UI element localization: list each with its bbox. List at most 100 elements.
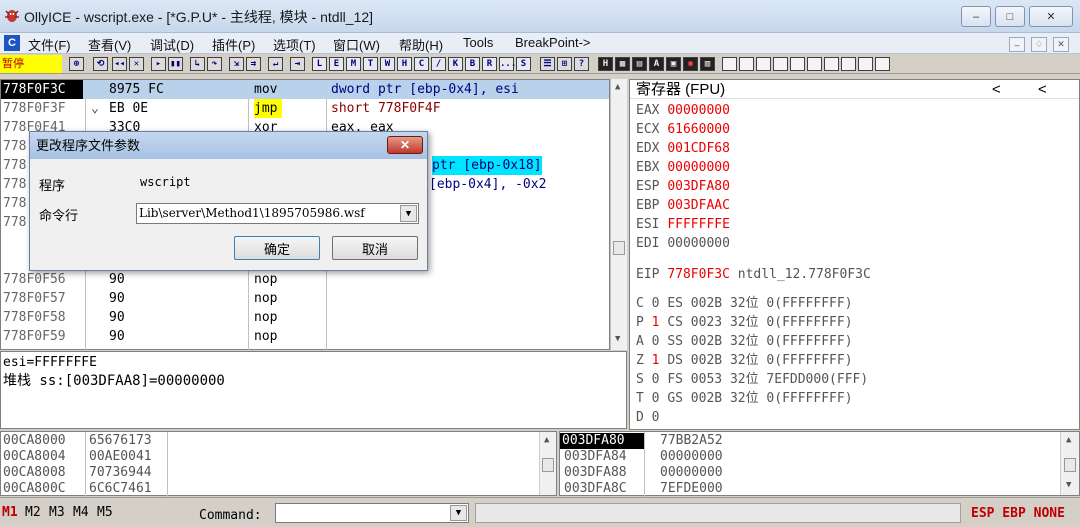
scroll-thumb[interactable]: [542, 458, 554, 472]
restart-icon[interactable]: ⟲: [93, 57, 108, 71]
toolbar-letter-b[interactable]: B: [465, 57, 480, 71]
menu-debug[interactable]: 调试(D): [150, 35, 194, 54]
close-button[interactable]: ✕: [1029, 6, 1073, 27]
register-esi[interactable]: ESI FFFFFFFE: [636, 215, 730, 234]
toolbar-letter-l[interactable]: L: [312, 57, 327, 71]
register-eip[interactable]: EIP 778F0F3C ntdll_12.778F0F3C: [636, 265, 871, 284]
flag-row-t[interactable]: T 0 GS 002B 32位 0(FFFFFFFF): [636, 389, 853, 408]
toolbar-empty-2[interactable]: [739, 57, 754, 71]
toolbar-letter-r[interactable]: R: [482, 57, 497, 71]
pause-icon[interactable]: ▮▮: [168, 57, 183, 71]
registers-prev-icon[interactable]: <: [992, 80, 1001, 99]
register-edi[interactable]: EDI 00000000: [636, 234, 730, 253]
menu-breakpoint[interactable]: BreakPoint->: [515, 35, 591, 50]
memory-bookmark-m5[interactable]: M5: [97, 505, 113, 520]
close-process-icon[interactable]: ✕: [129, 57, 144, 71]
dump-scrollbar[interactable]: ▲: [539, 432, 556, 495]
mdi-close-button[interactable]: ✕: [1053, 37, 1069, 52]
toolbar-letter-h[interactable]: H: [397, 57, 412, 71]
toolbar-empty-7[interactable]: [824, 57, 839, 71]
mdi-minimize-button[interactable]: –: [1009, 37, 1025, 52]
memory-bookmark-m2[interactable]: M2: [25, 505, 41, 520]
toolbar-empty-6[interactable]: [807, 57, 822, 71]
info-pane[interactable]: esi=FFFFFFFE 堆栈 ss:[003DFAA8]=00000000: [0, 351, 627, 429]
memory-bookmark-m1[interactable]: M1: [2, 505, 18, 520]
menu-plugins[interactable]: 插件(P): [212, 35, 255, 54]
options-icon[interactable]: ⊞: [557, 57, 572, 71]
disasm-row[interactable]: 778F0F59 90 nop: [1, 327, 609, 346]
edit-arguments-dialog[interactable]: 更改程序文件参数 ✕ 程序 wscript 命令行 Lib\server\Met…: [29, 131, 428, 271]
disasm-row-selected[interactable]: 778F0F3C 8975 FC mov dword ptr [ebp-0x4]…: [1, 80, 609, 99]
plugin-chip-icon[interactable]: ▣: [666, 57, 681, 71]
menu-tools[interactable]: Tools: [463, 35, 493, 50]
toolbar-letter-c[interactable]: C: [414, 57, 429, 71]
flag-row-c[interactable]: C 0 ES 002B 32位 0(FFFFFFFF): [636, 294, 853, 313]
memory-dump-pane[interactable]: 00CA8000 65676173 00CA8004 00AE0041 00CA80…: [0, 431, 557, 497]
app-menu-icon[interactable]: C: [4, 35, 20, 51]
cancel-button[interactable]: 取消: [332, 236, 418, 260]
toolbar-empty-1[interactable]: [722, 57, 737, 71]
disasm-row[interactable]: 778F0F58 90 nop: [1, 308, 609, 327]
register-esp[interactable]: ESP 003DFA80: [636, 177, 730, 196]
run-icon[interactable]: ▸: [151, 57, 166, 71]
rewind-icon[interactable]: ◂◂: [112, 57, 127, 71]
registers-pane[interactable]: 寄存器 (FPU) < < EAX 00000000 ECX 61660000 …: [629, 79, 1080, 430]
toolbar-letter-k[interactable]: K: [448, 57, 463, 71]
disassembly-scrollbar[interactable]: ▲ ▼: [610, 79, 627, 350]
register-ecx[interactable]: ECX 61660000: [636, 120, 730, 139]
step-into-icon[interactable]: ↳: [190, 57, 205, 71]
help-icon[interactable]: ?: [574, 57, 589, 71]
toolbar-letter-dots[interactable]: ...: [499, 57, 516, 71]
menu-view[interactable]: 查看(V): [88, 35, 131, 54]
plugin-a-icon[interactable]: A: [649, 57, 664, 71]
flag-row-d[interactable]: D 0: [636, 408, 659, 427]
toolbar-empty-8[interactable]: [841, 57, 856, 71]
scroll-thumb[interactable]: [1064, 458, 1076, 472]
toolbar-empty-5[interactable]: [790, 57, 805, 71]
toolbar-letter-m[interactable]: M: [346, 57, 361, 71]
disasm-row[interactable]: 778F0F3F ⌄ EB 0E jmp short 778F0F4F: [1, 99, 609, 118]
toolbar-empty-4[interactable]: [773, 57, 788, 71]
scroll-up-icon[interactable]: ▲: [544, 435, 549, 445]
menu-options[interactable]: 选项(T): [273, 35, 316, 54]
plugin-target-icon[interactable]: ◉: [683, 57, 698, 71]
list-icon[interactable]: ☰: [540, 57, 555, 71]
flag-row-p[interactable]: P 1 CS 0023 32位 0(FFFFFFFF): [636, 313, 853, 332]
toolbar-empty-9[interactable]: [858, 57, 873, 71]
toolbar-letter-e[interactable]: E: [329, 57, 344, 71]
scroll-thumb[interactable]: [613, 241, 625, 255]
menu-help[interactable]: 帮助(H): [399, 35, 443, 54]
trace-into-icon[interactable]: ⇲: [229, 57, 244, 71]
memory-bookmark-m4[interactable]: M4: [73, 505, 89, 520]
plugin-h-icon[interactable]: H: [598, 57, 613, 71]
plugin-memory-icon[interactable]: ▤: [632, 57, 647, 71]
flag-row-a[interactable]: A 0 SS 002B 32位 0(FFFFFFFF): [636, 332, 853, 351]
register-edx[interactable]: EDX 001CDF68: [636, 139, 730, 158]
toolbar-letter-t[interactable]: T: [363, 57, 378, 71]
toolbar-empty-10[interactable]: [875, 57, 890, 71]
register-ebx[interactable]: EBX 00000000: [636, 158, 730, 177]
stack-scrollbar[interactable]: ▲ ▼: [1060, 432, 1079, 495]
memory-bookmark-m3[interactable]: M3: [49, 505, 65, 520]
menu-window[interactable]: 窗口(W): [333, 35, 380, 54]
flag-row-s[interactable]: S 0 FS 0053 32位 7EFDD000(FFF): [636, 370, 868, 389]
scroll-down-icon[interactable]: ▼: [615, 334, 620, 344]
toolbar-letter-s[interactable]: S: [516, 57, 531, 71]
goto-icon[interactable]: ⇥: [290, 57, 305, 71]
register-eax[interactable]: EAX 00000000: [636, 101, 730, 120]
plugin-bars-icon[interactable]: ▥: [700, 57, 715, 71]
dialog-close-button[interactable]: ✕: [387, 136, 423, 154]
minimize-button[interactable]: –: [961, 6, 991, 27]
toolbar-letter-w[interactable]: W: [380, 57, 395, 71]
disasm-row[interactable]: 778F0F57 90 nop: [1, 289, 609, 308]
maximize-button[interactable]: □: [995, 6, 1025, 27]
command-dropdown-icon[interactable]: ▼: [450, 505, 467, 521]
disasm-row[interactable]: 778F0F56 90 nop: [1, 270, 609, 289]
scroll-down-icon[interactable]: ▼: [1066, 480, 1071, 490]
register-ebp[interactable]: EBP 003DFAAC: [636, 196, 730, 215]
open-icon[interactable]: ⊕: [69, 57, 84, 71]
scroll-up-icon[interactable]: ▲: [615, 82, 620, 92]
trace-over-icon[interactable]: ⇉: [246, 57, 261, 71]
stack-pane[interactable]: 003DFA80 77BB2A52 003DFA84 00000000 003DFA…: [559, 431, 1080, 497]
command-input[interactable]: ▼: [275, 503, 469, 523]
